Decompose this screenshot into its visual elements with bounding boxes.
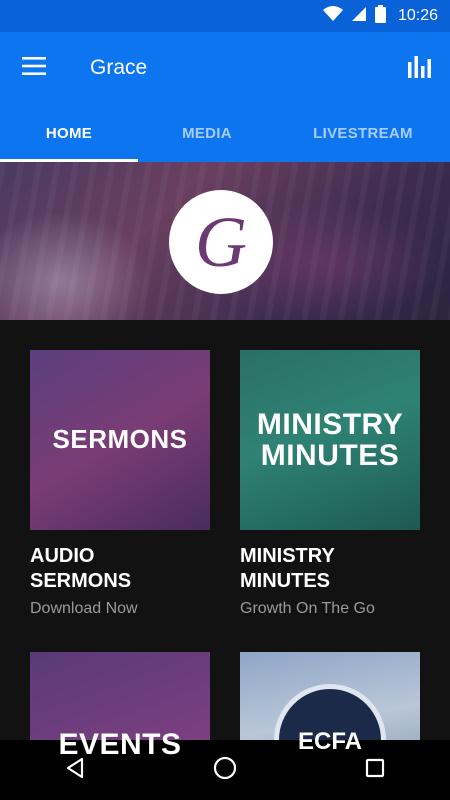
tab-media[interactable]: MEDIA [138, 104, 276, 162]
card-image-text: ECFA [297, 728, 362, 755]
church-logo-mark: G [195, 202, 247, 282]
back-icon [64, 757, 86, 784]
nav-home-button[interactable] [195, 740, 255, 800]
card-image-ministry: MINISTRY MINUTES [240, 350, 420, 530]
signal-icon [351, 6, 367, 27]
card-image-text: MINISTRY MINUTES [256, 407, 404, 472]
bar-chart-icon [407, 54, 433, 83]
battery-icon [374, 4, 386, 28]
menu-icon [22, 56, 46, 80]
card-image-text-line: MINISTRY [256, 407, 404, 441]
wifi-icon [322, 5, 343, 27]
card-image-text: EVENTS [58, 727, 182, 761]
card-title: AUDIO SERMONS [30, 544, 210, 594]
card-title: MINISTRY MINUTES [240, 544, 420, 594]
card-title-line: MINUTES [240, 570, 330, 592]
logo-letter: G [195, 202, 247, 282]
status-bar: 10:26 [0, 0, 450, 32]
home-icon [213, 756, 237, 785]
card-ministry-minutes[interactable]: MINISTRY MINUTES MINISTRY MINUTES Growth… [240, 350, 420, 618]
card-title-line: SERMONS [30, 570, 132, 592]
status-icons: 10:26 [322, 0, 438, 32]
church-logo: G [169, 190, 273, 294]
status-clock: 10:26 [397, 7, 438, 24]
card-image-sermons: SERMONS [30, 350, 210, 530]
recents-icon [365, 758, 385, 783]
menu-button[interactable] [14, 48, 54, 88]
card-title-line: AUDIO [30, 545, 95, 567]
card-image-text: SERMONS [52, 424, 188, 455]
card-subtitle: Growth On The Go [240, 600, 375, 617]
hero-banner: G [0, 162, 450, 320]
card-subtitle: Download Now [30, 600, 138, 617]
tab-livestream[interactable]: LIVESTREAM [276, 104, 450, 162]
card-audio-sermons[interactable]: SERMONS AUDIO SERMONS Download Now [30, 350, 210, 618]
tab-bar: HOME MEDIA LIVESTREAM [0, 104, 450, 162]
tab-home[interactable]: HOME [0, 104, 138, 162]
app-title: Grace [90, 56, 148, 79]
card-image-text-line: MINUTES [260, 439, 400, 472]
card-title-line: MINISTRY [240, 545, 335, 567]
stats-button[interactable] [400, 48, 440, 88]
app-bar: Grace [0, 32, 450, 104]
